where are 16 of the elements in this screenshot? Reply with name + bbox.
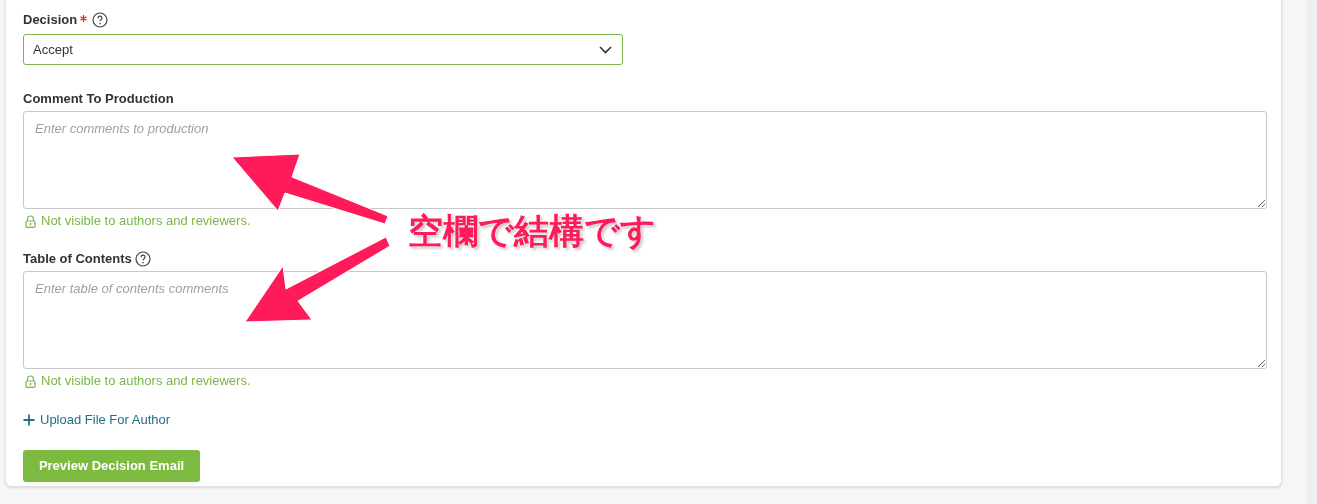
comment-textarea[interactable]: Enter comments to production [23, 111, 1267, 209]
lock-icon [25, 374, 36, 388]
field-label: Table of Contents [23, 250, 132, 269]
field-label: Comment To Production [23, 90, 174, 109]
field-label: Decision [23, 11, 78, 30]
help-icon[interactable] [92, 12, 109, 28]
lock-icon [25, 214, 36, 228]
visibility-note: Not visible to authors and reviewers. [41, 212, 251, 231]
visibility-note: Not visible to authors and reviewers. [41, 372, 251, 391]
chevron-down-icon [599, 45, 612, 54]
upload-link[interactable]: Upload File For Author [23, 410, 171, 430]
help-icon[interactable] [134, 251, 151, 267]
annotation-text: 空欄で結構です [408, 214, 656, 249]
plus-icon [23, 413, 35, 426]
decision-dropdown[interactable]: Accept [23, 34, 623, 65]
comment-textarea[interactable]: Enter table of contents comments [23, 271, 1267, 369]
